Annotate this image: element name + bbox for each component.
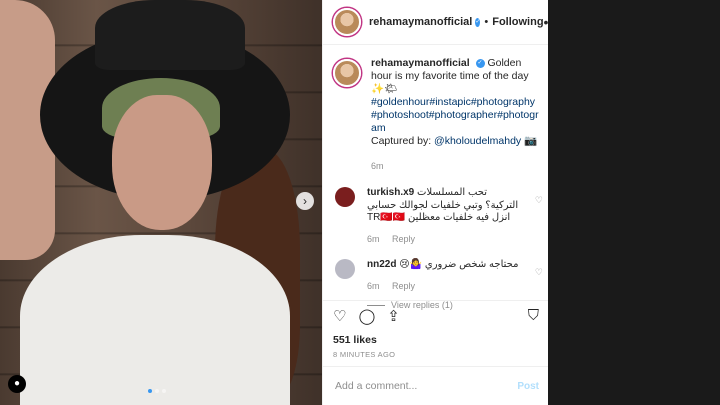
comment-item: nn22d محتاجه شخص ضروري 🤷‍♀️😢 6m Reply ♡ (333, 259, 543, 292)
carousel-dots (148, 389, 166, 393)
comment-username[interactable]: nn22d (367, 259, 396, 270)
like-heart-icon[interactable]: ♡ (333, 307, 346, 325)
action-bar: ♡ ◯ ⇪ ⛉ (323, 300, 549, 330)
caption-username[interactable]: rehamaymanofficial (371, 57, 470, 69)
header-username[interactable]: rehamaymanofficial (369, 16, 472, 28)
comment-time: 6m (367, 233, 380, 244)
add-comment-bar: Post (323, 366, 549, 405)
carousel-dot (155, 389, 159, 393)
post-header: rehamaymanofficial ✓ • Following ••• (323, 0, 560, 45)
comment-avatar[interactable] (335, 187, 355, 207)
post-timestamp: 8 MINUTES AGO (333, 350, 396, 359)
carousel-dot (162, 389, 166, 393)
reply-button[interactable]: Reply (392, 234, 415, 244)
next-photo-button[interactable]: › (296, 192, 314, 210)
user-tag-icon[interactable]: ● (8, 375, 26, 393)
comment-time: 6m (367, 280, 380, 291)
post-sidebar: rehamaymanofficial ✓ • Following ••• reh… (322, 0, 560, 405)
carousel-dot (148, 389, 152, 393)
caption-mention[interactable]: @kholoudelmahdy (434, 135, 521, 147)
comment-item: turkish.x9 تحب المسلسلات التركية؟ وتبي خ… (333, 187, 543, 245)
comment-bubble-icon[interactable]: ◯ (358, 307, 375, 325)
caption-time: 6m (371, 161, 384, 171)
comment-username[interactable]: turkish.x9 (367, 187, 414, 198)
comment-avatar[interactable] (335, 259, 355, 279)
reply-button[interactable]: Reply (392, 281, 415, 291)
profile-avatar[interactable] (333, 8, 361, 36)
page-gutter (548, 0, 720, 405)
following-button[interactable]: Following (492, 16, 543, 28)
post-photo[interactable]: › ● (0, 0, 322, 405)
likes-count[interactable]: 551 likes (333, 334, 377, 346)
comment-like-icon[interactable]: ♡ (535, 195, 543, 206)
comments-list[interactable]: rehamaymanofficial ✓ Golden hour is my f… (323, 45, 549, 310)
comment-like-icon[interactable]: ♡ (535, 267, 543, 278)
verified-badge-icon: ✓ (475, 17, 481, 27)
camera-icon: 📷 (524, 135, 538, 147)
bookmark-icon[interactable]: ⛉ (528, 307, 539, 324)
photo-shirt-shape (20, 235, 290, 405)
photo-hat-crown-shape (95, 0, 245, 70)
post-comment-button[interactable]: Post (517, 381, 539, 392)
caption: rehamaymanofficial ✓ Golden hour is my f… (333, 57, 539, 173)
comment-text: محتاجه شخص ضروري 🤷‍♀️😢 (399, 259, 519, 270)
caption-avatar[interactable] (333, 59, 361, 87)
add-comment-input[interactable] (333, 379, 518, 393)
caption-hashtags[interactable]: #goldenhour#instapic#photography#photosh… (371, 96, 539, 135)
photo-face-shape (112, 95, 212, 230)
separator-dot: • (484, 16, 489, 28)
captured-by-label: Captured by: (371, 135, 435, 147)
verified-badge-icon: ✓ (475, 58, 485, 68)
share-icon[interactable]: ⇪ (387, 307, 400, 325)
caption-credit: Captured by: @kholoudelmahdy 📷 (371, 135, 539, 148)
